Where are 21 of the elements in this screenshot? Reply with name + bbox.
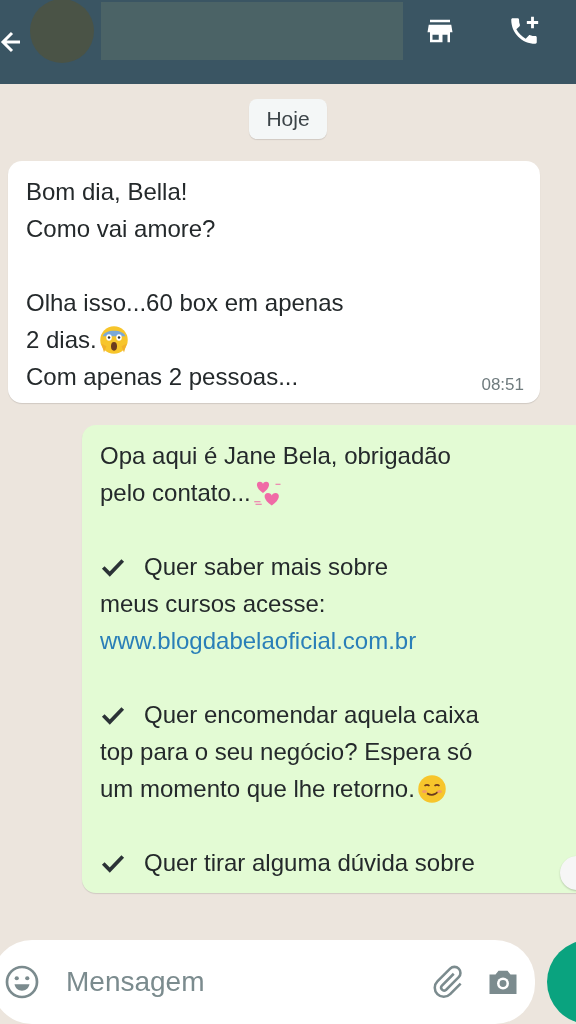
message-text: 2 dias. xyxy=(26,325,97,354)
emoji-icon[interactable] xyxy=(4,964,40,1000)
message-text: top para o seu negócio? Espera só xyxy=(100,737,473,766)
smirking-face-icon xyxy=(416,773,447,804)
message-text: Opa aqui é Jane Bela, obrigadão xyxy=(100,441,451,470)
message-text: Olha isso...60 box em apenas xyxy=(26,288,344,317)
message-text: meus cursos acesse: xyxy=(100,589,326,618)
message-bar[interactable]: Mensagem xyxy=(0,940,535,1024)
message-text: Quer encomendar aquela caixa xyxy=(144,700,479,729)
message-text: Com apenas 2 pessoas... xyxy=(26,362,299,391)
date-chip: Hoje xyxy=(249,99,327,139)
message-text: Quer saber mais sobre xyxy=(144,552,389,581)
message-text: pelo contato... xyxy=(100,478,251,507)
screaming-face-icon xyxy=(98,324,129,355)
message-text: Como vai amore? xyxy=(26,214,216,243)
message-text: um momento que lhe retorno. xyxy=(100,774,415,803)
website-link[interactable]: www.blogdabelaoficial.com.br xyxy=(100,626,417,655)
message-input-field[interactable]: Mensagem xyxy=(64,965,429,999)
message-text: Bom dia, Bella! xyxy=(26,177,188,206)
message-time: 08:51 xyxy=(481,375,524,395)
message-text: Quer tirar alguma dúvida sobre xyxy=(144,848,475,877)
